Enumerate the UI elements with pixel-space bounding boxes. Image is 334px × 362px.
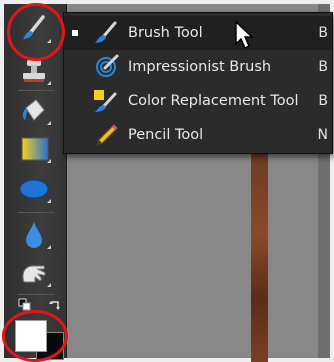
menu-item-shortcut: B — [318, 59, 328, 75]
menu-item-shortcut: N — [317, 127, 328, 143]
impressionist-brush-icon — [96, 54, 119, 77]
canvas-photo-edge — [251, 150, 268, 362]
menu-item-shortcut: B — [318, 25, 328, 41]
shape-tool-button[interactable] — [14, 172, 54, 206]
more-tools-indicator — [47, 199, 51, 203]
swap-colors-icon[interactable] — [48, 298, 62, 312]
brush-tools-flyout-menu: Brush Tool B Impressionist Brush B Color… — [63, 12, 333, 154]
menu-item-pencil-tool[interactable]: Pencil Tool N — [64, 118, 332, 152]
menu-item-label: Brush Tool — [128, 25, 203, 41]
menu-item-brush-tool[interactable]: Brush Tool B — [64, 16, 332, 50]
selected-indicator — [72, 30, 78, 36]
gradient-tool-button[interactable] — [14, 132, 54, 166]
blur-tool-button[interactable] — [14, 218, 54, 252]
menu-item-impressionist-brush[interactable]: Impressionist Brush B — [64, 50, 332, 84]
brush-icon — [95, 21, 117, 43]
toolbar-divider — [18, 294, 54, 295]
menu-item-shortcut: B — [318, 93, 328, 109]
menu-item-label: Impressionist Brush — [128, 59, 272, 75]
menu-item-label: Pencil Tool — [128, 127, 204, 143]
more-tools-indicator — [47, 159, 51, 163]
paint-bucket-tool-button[interactable] — [14, 94, 54, 128]
toolbar-divider — [18, 212, 54, 213]
menu-item-color-replacement-tool[interactable]: Color Replacement Tool B — [64, 84, 332, 118]
pencil-icon — [97, 124, 118, 145]
menu-item-label: Color Replacement Tool — [128, 93, 299, 109]
highlight-circle-brush-tool — [7, 3, 65, 61]
highlight-circle-color-swatches — [2, 310, 68, 362]
more-tools-indicator — [47, 81, 51, 85]
more-tools-indicator — [47, 121, 51, 125]
color-replacement-icon — [94, 90, 117, 112]
more-tools-indicator — [47, 283, 51, 287]
toolbar-divider — [18, 90, 54, 91]
smudge-tool-button[interactable] — [14, 256, 54, 290]
mouse-cursor-icon — [235, 20, 254, 49]
app-window: Brush Tool B Impressionist Brush B Color… — [0, 0, 334, 362]
more-tools-indicator — [47, 245, 51, 249]
